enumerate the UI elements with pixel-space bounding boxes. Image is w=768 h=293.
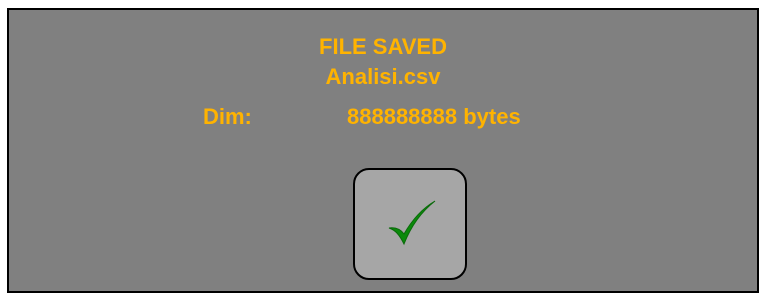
check-icon (388, 200, 436, 246)
saved-filename: Analisi.csv (325, 64, 441, 89)
file-size-label: Dim: (203, 104, 252, 129)
dialog-title: FILE SAVED (319, 34, 447, 59)
confirm-button[interactable] (353, 168, 467, 280)
file-saved-dialog: FILE SAVED Analisi.csv Dim: 888888888 by… (7, 8, 759, 293)
file-size-value: 888888888 bytes (347, 104, 521, 129)
